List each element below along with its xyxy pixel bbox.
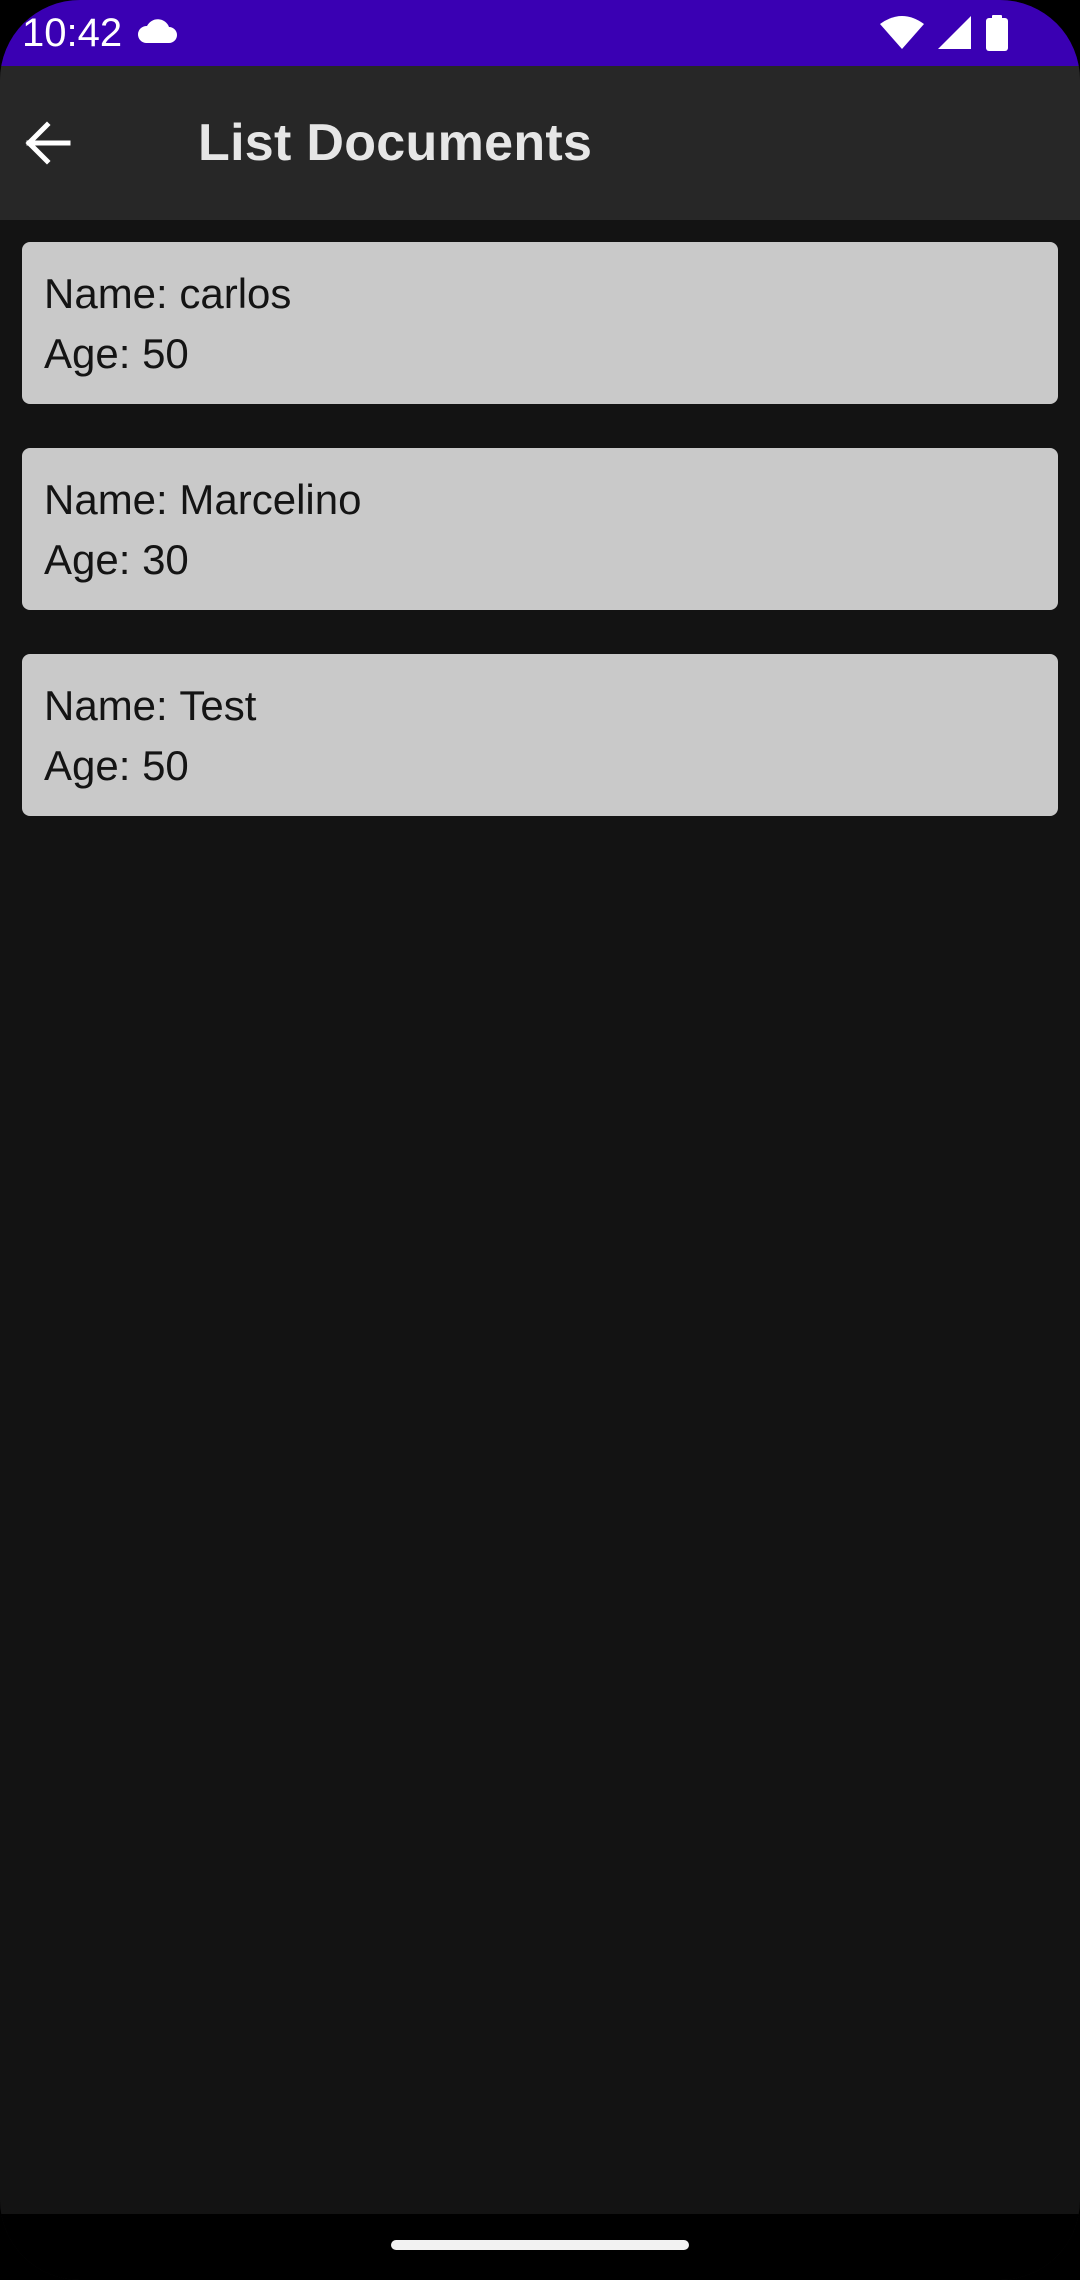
document-card[interactable]: Name: Marcelino Age: 30: [22, 448, 1058, 610]
cell-signal-icon: [938, 16, 971, 49]
document-name-row: Name: Test: [44, 676, 1058, 736]
document-card[interactable]: Name: carlos Age: 50: [22, 242, 1058, 404]
back-button[interactable]: [4, 100, 90, 186]
document-age: 50: [142, 330, 189, 377]
document-name-row: Name: carlos: [44, 264, 1058, 324]
cloud-icon: [137, 19, 177, 43]
document-card[interactable]: Name: Test Age: 50: [22, 654, 1058, 816]
status-icons: [880, 14, 1008, 52]
document-age: 30: [142, 536, 189, 583]
app-bar: List Documents: [0, 66, 1080, 220]
home-indicator[interactable]: [391, 2240, 689, 2250]
document-name: carlos: [179, 270, 292, 317]
status-time: 10:42: [22, 11, 123, 55]
wifi-icon: [880, 16, 924, 49]
age-label: Age:: [44, 536, 143, 583]
status-bar: 10:42: [0, 0, 1080, 66]
page-title: List Documents: [198, 114, 593, 172]
name-label: Name:: [44, 682, 180, 729]
name-label: Name:: [44, 270, 180, 317]
phone-screen: 10:42 List Documents Name: carlos Age: 5…: [0, 0, 1080, 2280]
name-label: Name:: [44, 476, 180, 523]
document-list: Name: carlos Age: 50 Name: Marcelino Age…: [22, 242, 1058, 860]
age-label: Age:: [44, 330, 143, 377]
document-age-row: Age: 50: [44, 324, 1058, 384]
age-label: Age:: [44, 742, 143, 789]
document-age-row: Age: 50: [44, 736, 1058, 796]
document-name: Test: [179, 682, 257, 729]
battery-icon: [986, 15, 1008, 51]
arrow-left-icon: [25, 121, 71, 165]
document-age: 50: [142, 742, 189, 789]
document-name-row: Name: Marcelino: [44, 470, 1058, 530]
document-name: Marcelino: [179, 476, 362, 523]
document-age-row: Age: 30: [44, 530, 1058, 590]
